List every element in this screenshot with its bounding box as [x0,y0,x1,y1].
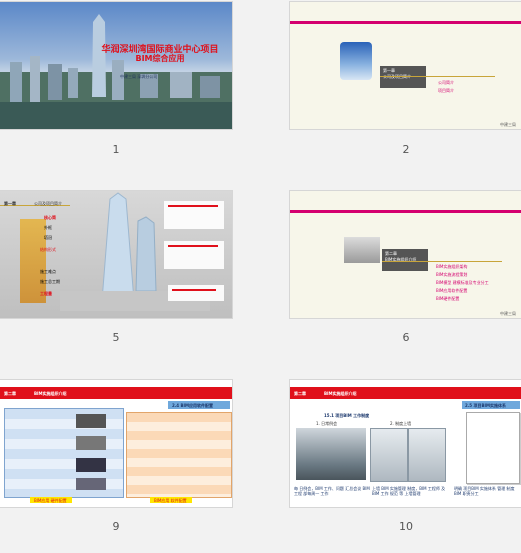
slide-6-office-image [344,237,380,263]
slide-thumbnail-6[interactable]: 第二章 BIM实施组织介绍 BIM实施组织架构 BIM实施流程策划 BIM模型 … [290,191,521,318]
slide-9-chapter: 第二章 [4,391,16,396]
slide-10-caption-1: 每 日例会，BIM 工作、问题 汇总会议 BIM 工程 部每周一 工作 [294,486,370,496]
slide-9-software-table [126,412,232,498]
slide-6-bullet-3: BIM模型 建模标准及专业分工 [436,280,489,285]
slide-10-wall-photo-1 [370,428,408,482]
slide-10-meeting-photo [296,428,366,480]
slide-2-chapter: 第一章 [383,68,395,73]
slide-2-page-mark: 中建三局 [500,122,516,127]
slide-10-chapter: 第二章 [294,391,306,396]
slide-10-chapter-title: BIM实施组织介绍 [324,391,357,396]
slide-number-1: 1 [112,143,120,156]
slide-2-bullet-2: 项目简介 [438,88,454,93]
slide-thumbnail-1[interactable]: 华润深圳湾国际商业中心项目 BIM综合应用 中建三局 深圳分公司 [0,2,232,129]
slide-9-hardware-photo-1 [76,414,106,428]
slide-6-top-bar [290,210,521,213]
slide-9-footer-left: BIM应用 硬件配置 [34,498,67,503]
slide-10-subtitle: 15.1 项目BIM 工作制度 [324,413,370,418]
slide-thumbnail-10[interactable]: 第二章 BIM实施组织介绍 2.5 项目BIM实施体系 15.1 项目BIM 工… [290,380,521,507]
slide-5-callout-text-2 [168,245,218,247]
slide-10-box-title: 2.5 项目BIM实施体系 [465,403,506,408]
slide-10-caption-3: 明确 项目BIM 实施体系 管理 制度 BIM 职责分工 [454,486,515,496]
slide-10-document-image [466,412,520,484]
slide-1-presenter: 中建三局 深圳分公司 [120,74,158,79]
slide-2-chapter-box: 第一章 公司及项目简介 [380,66,426,88]
slide-5-callout-text-1 [168,205,218,207]
slide-2-top-bar [290,21,521,24]
slide-9-hardware-photo-4 [76,478,106,490]
slide-10-col-title-1: 1. 日常例会 [316,421,338,426]
slide-10-col-title-2: 2. 制度上墙 [390,421,412,426]
slide-5-callout-3 [168,285,224,301]
city-skyline-image [0,14,232,129]
slide-2-bullet-1: 公司简介 [438,80,454,85]
slide-1-subtitle: BIM综合应用 [135,54,185,63]
slide-10-caption-2: 上墙 BIM 实施管理 制度，BIM 工程师 及 BIM 工作 规范 等 上墙管… [372,486,446,496]
slide-6-chapter: 第二章 [385,251,397,256]
slide-10-wall-photo-2 [408,428,446,482]
slide-2-building-image [340,42,372,80]
slide-thumbnail-9[interactable]: 第二章 BIM实施组织介绍 2.4 BIM应用软件配置 BIM应用 硬件配置 B… [0,380,232,507]
slide-number-2: 2 [402,143,410,156]
slide-6-bullet-1: BIM实施组织架构 [436,264,468,269]
slide-5-callout-text-3 [172,289,216,291]
slide-number-5: 5 [112,331,120,344]
slide-9-footer-right: BIM应用 软件配置 [154,498,187,503]
slide-6-divider [382,261,502,262]
slide-number-10: 10 [399,520,413,533]
slide-number-6: 6 [402,331,410,344]
slide-9-hardware-table [4,408,124,498]
slide-6-page-mark: 中建三局 [500,311,516,316]
slide-6-chapter-box: 第二章 BIM实施组织介绍 [382,249,428,271]
slide-thumbnail-5[interactable]: 第一章 公司及项目简介 核心筒 外框 塔冠 结构形式 施工难点 施工总工期 工程… [0,191,232,318]
slide-9-box-title: 2.4 BIM应用软件配置 [172,403,213,408]
slide-thumbnail-2[interactable]: 第一章 公司及项目简介 公司简介 项目简介 中建三局 [290,2,521,129]
slide-9-hardware-photo-3 [76,458,106,472]
slide-9-hardware-photo-2 [76,436,106,450]
slide-6-bullet-5: BIM硬件配置 [436,296,460,301]
slide-number-9: 9 [112,520,120,533]
slide-2-divider [380,76,495,77]
slide-9-chapter-title: BIM实施组织介绍 [34,391,67,396]
slide-6-bullet-2: BIM实施流程策划 [436,272,468,277]
slide-6-bullet-4: BIM应用软件配置 [436,288,468,293]
